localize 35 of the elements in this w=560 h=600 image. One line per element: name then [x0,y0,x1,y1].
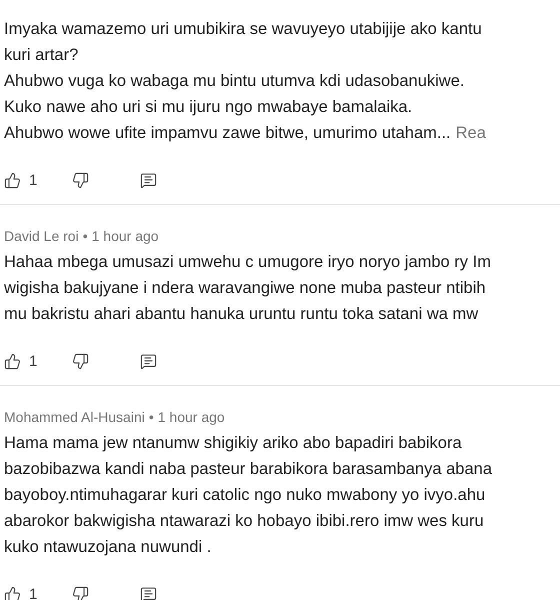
thumbs-down-icon [72,586,89,600]
comment-text-line: Hahaa mbega umusazi umwehu c umugore iryo noryo jambo ry Im [4,252,491,273]
comment-text-line: Kuko nawe aho uri si mu ijuru ngo mwabaye bamalaika. [4,97,412,118]
thumbs-down-icon [72,172,89,188]
comment-text-line: Hama mama jew ntanumw shigikiy ariko abo bapadiri babikora [4,433,462,454]
comment-text-line: Ahubwo vuga ko wabaga mu bintu utumva kdi udasobanukiwe. [4,71,464,92]
comment-time: 1 hour ago [158,408,225,426]
like-count: 1 [29,172,38,188]
like-button[interactable]: 1 [4,172,72,188]
comment-icon [140,352,157,370]
comment-author: David Le roi [4,227,79,245]
like-button[interactable]: 1 [4,352,72,370]
comment-icon [140,172,157,188]
read-more-link[interactable]: Rea [456,120,486,146]
comment-text-line: bazobibazwa kandi naba pasteur barabikora barasambanya abana [4,459,492,480]
like-count: 1 [29,352,38,370]
comment-icon [140,586,157,600]
comment-text-line: kuko ntawuzojana nuwundi . [4,537,212,558]
separator-dot: • [82,227,88,245]
comment-text-line: abarokor bakwigisha ntawarazi ko hobayo ibibi.rero imw wes kuru [4,511,484,532]
like-count: 1 [29,586,38,600]
comment-text-line: wigisha bakujyane i ndera waravangiwe none muba pasteur ntibih [4,278,486,299]
comment-text-line: mu bakristu ahari abantu hanuka uruntu runtu toka satani wa mw [4,304,478,325]
like-button[interactable]: 1 [4,586,72,600]
comment-text-line: kuri artar? [4,45,78,66]
comment-author: Mohammed Al-Husaini [4,408,145,426]
separator-dot: • [148,408,154,426]
comment-text-line: Ahubwo wowe ufite impamvu zawe bitwe, umurimo utaham... [4,123,451,144]
comment-text-line: Imyaka wamazemo uri umubikira se wavuyeyo utabijije ako kantu [4,19,482,40]
thumbs-up-icon [4,172,21,188]
comment-text-line: bayoboy.ntimuhagarar kuri catolic ngo nuko mwabony yo ivyo.ahu [4,485,486,506]
thumbs-up-icon [4,586,21,600]
comment-time: 1 hour ago [92,227,159,245]
thumbs-down-icon [72,352,89,370]
thumbs-up-icon [4,352,21,370]
